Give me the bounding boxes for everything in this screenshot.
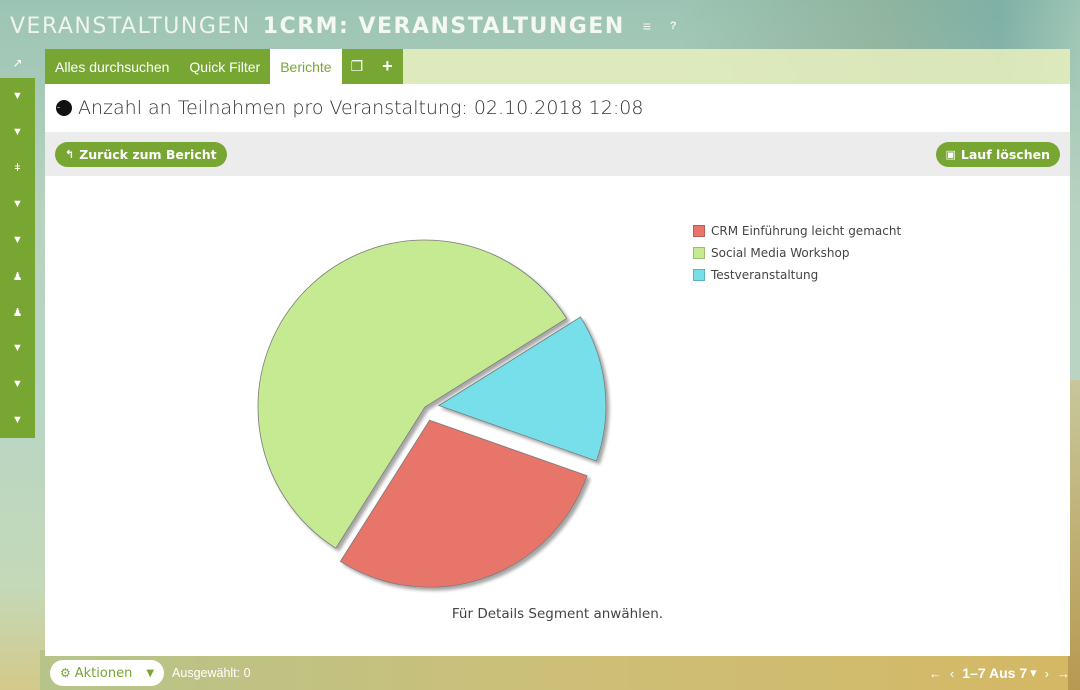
- chevron-down-icon: ▼: [146, 667, 155, 679]
- sidebar-list: ▼ ▼ ǂ ▼ ▼ ♟ ♟ ▼ ▼ ▼: [0, 78, 35, 438]
- back-to-report-button[interactable]: ↰ Zurück zum Bericht: [55, 141, 227, 167]
- tab-quick-filter[interactable]: Quick Filter: [179, 49, 271, 84]
- tab-reports[interactable]: Berichte: [270, 49, 342, 84]
- window-icon[interactable]: ❐: [341, 49, 373, 84]
- help-icon[interactable]: ?: [670, 20, 678, 32]
- trending-icon[interactable]: ↗: [0, 48, 35, 78]
- gear-icon: ⚙: [60, 666, 71, 680]
- sidebar-item-pizza-slice-icon[interactable]: ▼: [0, 330, 35, 366]
- selected-count: Ausgewählt: 0: [172, 666, 251, 680]
- legend-label: CRM Einführung leicht gemacht: [711, 224, 902, 238]
- chart-hint: Für Details Segment anwählen.: [451, 606, 664, 622]
- legend-swatch: [693, 269, 705, 281]
- next-page-icon[interactable]: ›: [1045, 666, 1049, 681]
- first-page-icon[interactable]: ←: [929, 666, 942, 681]
- prev-page-icon[interactable]: ‹: [950, 666, 954, 681]
- sidebar-item-pizza-slice-icon[interactable]: ▼: [0, 402, 35, 438]
- main-panel: Alles durchsuchen Quick Filter Berichte …: [45, 49, 1070, 656]
- delete-run-button[interactable]: ▣ Lauf löschen: [935, 141, 1060, 167]
- menu-icon[interactable]: ≡: [643, 18, 652, 34]
- trash-icon: ▣: [945, 147, 956, 161]
- tab-search-all[interactable]: Alles durchsuchen: [45, 49, 180, 84]
- add-tab-icon[interactable]: +: [372, 49, 403, 84]
- sidebar-item-pizza-slice-icon[interactable]: ▼: [0, 114, 35, 150]
- legend-item[interactable]: Social Media Workshop: [693, 242, 901, 264]
- back-to-report-label: Zurück zum Bericht: [79, 146, 217, 162]
- page-range-caret-icon[interactable]: ▾: [1030, 665, 1037, 681]
- record-title: 1CRM: VERANSTALTUNGEN: [262, 13, 625, 39]
- legend-swatch: [693, 247, 705, 259]
- actions-button[interactable]: ⚙ Aktionen ▼: [50, 660, 165, 686]
- sidebar-item-pizza-slice-icon[interactable]: ▼: [0, 366, 35, 402]
- chart-legend: CRM Einführung leicht gemacht Social Medi…: [693, 220, 901, 286]
- sidebar-item-user-icon[interactable]: ♟: [0, 258, 35, 294]
- pie-chart: [257, 239, 607, 588]
- sidebar-item-pizza-slice-icon[interactable]: ▼: [0, 186, 35, 222]
- legend-label: Testveranstaltung: [711, 268, 819, 282]
- toolbar: ↰ Zurück zum Bericht ▣ Lauf löschen: [45, 132, 1070, 176]
- sidebar-item-pin-icon[interactable]: ǂ: [0, 150, 35, 186]
- sidebar-item-pizza-slice-icon[interactable]: ▼: [0, 222, 35, 258]
- footer-bar: ⚙ Aktionen ▼ Ausgewählt: 0 ← ‹ 1–7 Aus 7…: [45, 656, 1070, 690]
- report-header: Anzahl an Teilnahmen pro Veranstaltung: …: [45, 84, 1070, 132]
- delete-run-label: Lauf löschen: [960, 146, 1050, 162]
- last-page-icon[interactable]: →: [1057, 666, 1070, 681]
- legend-swatch: [693, 225, 705, 237]
- page-title: Anzahl an Teilnahmen pro Veranstaltung: …: [78, 97, 644, 119]
- pie-chart-icon: [56, 100, 72, 116]
- legend-item[interactable]: CRM Einführung leicht gemacht: [693, 220, 901, 242]
- reply-icon: ↰: [65, 147, 75, 161]
- sidebar: ↗ ▼ ▼ ǂ ▼ ▼ ♟ ♟ ▼ ▼ ▼: [0, 48, 35, 438]
- pagination: ← ‹ 1–7 Aus 7 ▾ › →: [921, 665, 1070, 681]
- title-bar: VERANSTALTUNGEN 1CRM: VERANSTALTUNGEN ≡ …: [10, 10, 678, 42]
- legend-label: Social Media Workshop: [711, 246, 850, 260]
- module-title: VERANSTALTUNGEN: [10, 13, 251, 39]
- actions-label: Aktionen: [74, 665, 133, 681]
- sidebar-item-pizza-slice-icon[interactable]: ▼: [0, 78, 35, 114]
- page-range[interactable]: 1–7 Aus 7: [962, 665, 1027, 681]
- legend-item[interactable]: Testveranstaltung: [693, 264, 901, 286]
- chart-area: CRM Einführung leicht gemacht Social Medi…: [45, 176, 1070, 656]
- sidebar-item-user-icon[interactable]: ♟: [0, 294, 35, 330]
- tab-bar: Alles durchsuchen Quick Filter Berichte …: [45, 49, 1070, 84]
